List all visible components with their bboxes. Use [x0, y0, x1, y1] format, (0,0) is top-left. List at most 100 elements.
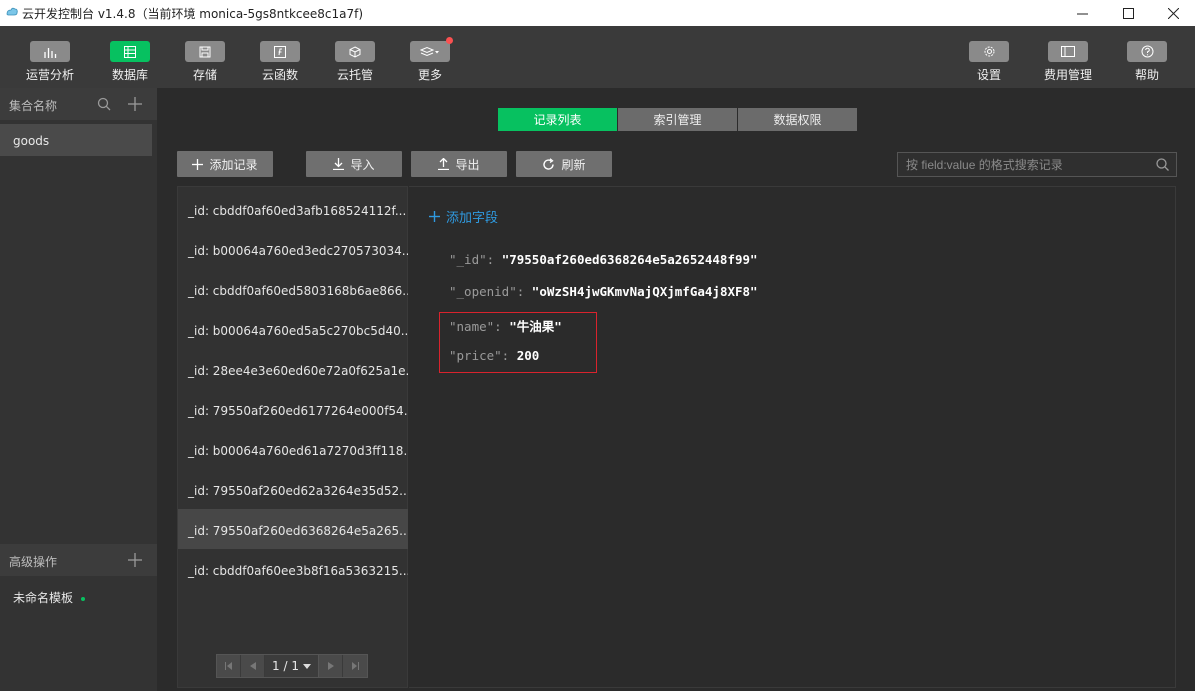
- toolbar-more[interactable]: 更多: [395, 26, 465, 88]
- close-icon: [1167, 7, 1179, 19]
- plus-icon: [192, 158, 204, 170]
- list-item[interactable]: _id: 79550af260ed6177264e000f54...: [178, 389, 408, 429]
- toolbar-label: 费用管理: [1043, 68, 1092, 82]
- app-logo-icon: [6, 7, 18, 16]
- upload-icon: [438, 158, 450, 170]
- field-row[interactable]: "_id": "79550af260ed6368264e5a2652448f99…: [449, 252, 758, 267]
- window-title: 云开发控制台 v1.4.8（当前环境 monica-5gs8ntkcee8c1a…: [22, 7, 364, 21]
- button-label: 导入: [350, 157, 375, 172]
- pagination: 1 / 1: [216, 654, 368, 678]
- layers-icon: [410, 37, 453, 62]
- toolbar-database[interactable]: 数据库: [95, 26, 165, 88]
- field-key: "_openid":: [449, 284, 525, 299]
- collection-item-goods[interactable]: goods: [0, 124, 152, 156]
- field-row[interactable]: "_openid": "oWzSH4jwGKmvNajQXjmfGa4j8XF8…: [449, 284, 758, 299]
- maximize-icon: [1122, 7, 1134, 19]
- page-select[interactable]: 1 / 1: [265, 655, 319, 677]
- minimize-icon: [1076, 13, 1088, 14]
- search-icon[interactable]: [1156, 158, 1169, 171]
- list-item[interactable]: _id: b00064a760ed5a5c270bc5d40...: [178, 309, 408, 349]
- list-item[interactable]: _id: 28ee4e3e60ed60e72a0f625a1e...: [178, 349, 408, 389]
- toolbar-functions[interactable]: 云函数: [245, 26, 315, 88]
- record-search-input[interactable]: [906, 157, 1146, 173]
- toolbar-label: 运营分析: [25, 68, 74, 82]
- storage-icon: [185, 41, 225, 62]
- toolbar-label: 云函数: [261, 68, 298, 82]
- database-icon: [110, 41, 150, 62]
- refresh-icon: [543, 157, 555, 170]
- tab-bar: 记录列表 索引管理 数据权限: [498, 108, 858, 131]
- button-label: 导出: [455, 157, 480, 172]
- add-field-label: 添加字段: [446, 211, 499, 226]
- toolbar-label: 更多: [417, 68, 442, 82]
- toolbar-help[interactable]: 帮助: [1112, 26, 1182, 88]
- list-item-selected[interactable]: _id: 79550af260ed6368264e5a265...: [178, 509, 408, 549]
- first-page-button[interactable]: [217, 655, 241, 677]
- export-button[interactable]: 导出: [411, 151, 507, 177]
- help-icon: [1127, 41, 1167, 62]
- toolbar-cloud-hosting[interactable]: 云托管: [320, 26, 390, 88]
- toolbar-label: 云托管: [336, 68, 373, 82]
- top-toolbar: 运营分析 数据库 存储 云函数 云托管 更多 设置 费用管理 帮助: [0, 26, 1195, 88]
- import-button[interactable]: 导入: [306, 151, 402, 177]
- maximize-button[interactable]: [1105, 0, 1151, 26]
- list-item[interactable]: _id: cbddf0af60ed3afb168524112f...: [178, 189, 408, 229]
- next-page-button[interactable]: [319, 655, 343, 677]
- minimize-button[interactable]: [1059, 0, 1105, 26]
- chevron-down-icon: [302, 663, 311, 669]
- button-label: 添加记录: [209, 157, 258, 172]
- main-panel: 记录列表 索引管理 数据权限 添加记录 导入 导出 刷新 _id: cbddf0…: [157, 88, 1195, 691]
- toolbar-storage[interactable]: 存储: [170, 26, 240, 88]
- cube-icon: [335, 41, 375, 62]
- template-item[interactable]: 未命名模板: [13, 589, 86, 606]
- list-item[interactable]: _id: 79550af260ed62a3264e35d52...: [178, 469, 408, 509]
- gear-icon: [969, 41, 1009, 62]
- advanced-title: 高级操作: [9, 555, 58, 569]
- next-page-icon: [327, 662, 334, 670]
- card-icon: [1048, 41, 1088, 62]
- toolbar-label: 设置: [976, 68, 1001, 82]
- chart-icon: [30, 41, 70, 62]
- toolbar-billing[interactable]: 费用管理: [1033, 26, 1103, 88]
- add-template-icon[interactable]: [128, 553, 142, 567]
- tab-records[interactable]: 记录列表: [498, 108, 617, 131]
- tab-permissions[interactable]: 数据权限: [738, 108, 857, 131]
- record-detail-panel: 添加字段 "_id": "79550af260ed6368264e5a26524…: [409, 186, 1176, 688]
- field-value: "79550af260ed6368264e5a2652448f99": [501, 252, 758, 267]
- button-label: 刷新: [561, 157, 586, 172]
- title-bar: 云开发控制台 v1.4.8（当前环境 monica-5gs8ntkcee8c1a…: [0, 0, 1195, 26]
- advanced-header: 高级操作: [0, 544, 157, 576]
- last-page-button[interactable]: [343, 655, 367, 677]
- add-field-button[interactable]: 添加字段: [429, 207, 498, 226]
- download-icon: [333, 158, 345, 170]
- list-item[interactable]: _id: cbddf0af60ed5803168b6ae866...: [178, 269, 408, 309]
- search-icon[interactable]: [97, 97, 111, 111]
- function-icon: [260, 41, 300, 62]
- add-record-button[interactable]: 添加记录: [177, 151, 273, 177]
- template-label: 未命名模板: [13, 591, 74, 605]
- prev-page-icon: [249, 662, 256, 670]
- list-item[interactable]: _id: b00064a760ed61a7270d3ff118...: [178, 429, 408, 469]
- toolbar-label: 帮助: [1134, 68, 1159, 82]
- field-value: "oWzSH4jwGKmvNajQXjmfGa4j8XF8": [531, 284, 758, 299]
- toolbar-label: 数据库: [111, 68, 148, 82]
- list-item[interactable]: _id: b00064a760ed3edc270573034...: [178, 229, 408, 269]
- prev-page-button[interactable]: [241, 655, 265, 677]
- refresh-button[interactable]: 刷新: [516, 151, 612, 177]
- record-search-box: [897, 152, 1177, 177]
- tab-indexes[interactable]: 索引管理: [618, 108, 737, 131]
- highlight-box: [439, 312, 597, 373]
- toolbar-settings[interactable]: 设置: [954, 26, 1024, 88]
- collections-header: 集合名称: [0, 88, 157, 120]
- toolbar-analytics[interactable]: 运营分析: [15, 26, 85, 88]
- first-page-icon: [224, 662, 232, 670]
- add-collection-icon[interactable]: [128, 97, 142, 111]
- list-item[interactable]: _id: cbddf0af60ee3b8f16a5363215...: [178, 549, 408, 589]
- close-button[interactable]: [1150, 0, 1195, 26]
- sidebar: 集合名称 goods 高级操作 未命名模板: [0, 88, 157, 691]
- last-page-icon: [352, 662, 359, 670]
- field-key: "_id":: [449, 252, 495, 267]
- record-list: _id: cbddf0af60ed3afb168524112f... _id: …: [177, 186, 408, 688]
- plus-icon: [429, 211, 440, 222]
- collections-title: 集合名称: [9, 99, 58, 113]
